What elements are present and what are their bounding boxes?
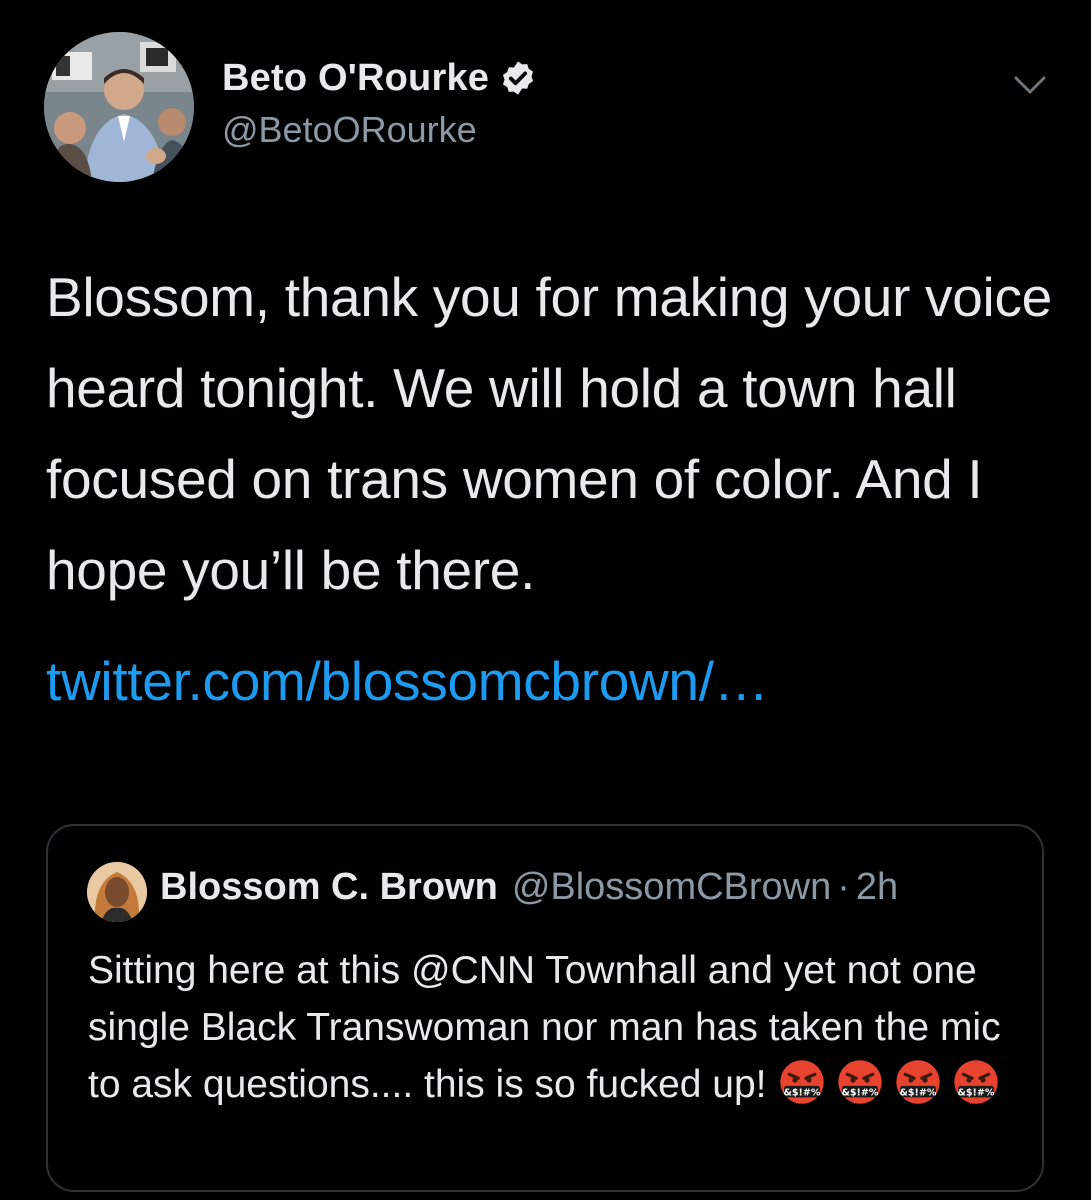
chevron-down-icon[interactable] bbox=[1010, 70, 1050, 100]
quoted-author-avatar[interactable] bbox=[87, 862, 147, 922]
cursing-face-emoji-icon: &$!#% bbox=[895, 1060, 940, 1104]
svg-text:&$!#%: &$!#% bbox=[957, 1087, 994, 1098]
quoted-display-name[interactable]: Blossom C. Brown bbox=[160, 866, 498, 909]
quoted-tweet[interactable]: Blossom C. Brown @BlossomCBrown · 2h Sit… bbox=[46, 824, 1044, 1192]
cursing-face-emoji-icon: &$!#% bbox=[779, 1060, 824, 1104]
verified-badge-icon bbox=[503, 61, 534, 95]
tweet-text: Blossom, thank you for making your voice… bbox=[46, 266, 1052, 601]
quoted-handle[interactable]: @BlossomCBrown bbox=[512, 866, 831, 909]
quoted-timestamp[interactable]: 2h bbox=[856, 866, 898, 909]
quoted-separator: · bbox=[837, 866, 850, 908]
avatar-photo-icon bbox=[44, 32, 194, 182]
tweet-link[interactable]: twitter.com/blossomcbrown/… bbox=[46, 636, 769, 727]
svg-text:&$!#%: &$!#% bbox=[899, 1087, 936, 1098]
tweet: Beto O'Rourke @BetoORourke Blossom, than… bbox=[0, 0, 1091, 1200]
svg-text:&$!#%: &$!#% bbox=[841, 1087, 878, 1098]
author-handle[interactable]: @BetoORourke bbox=[222, 109, 537, 151]
avatar-photo-icon bbox=[87, 862, 147, 922]
quoted-text-block: Sitting here at this @CNN Townhall and y… bbox=[88, 942, 1028, 1113]
quoted-header: Blossom C. Brown @BlossomCBrown · 2h bbox=[160, 866, 898, 909]
cursing-face-emoji-icon: &$!#% bbox=[953, 1060, 998, 1104]
cursing-face-emoji-icon: &$!#% bbox=[837, 1060, 882, 1104]
author-name-row: Beto O'Rourke bbox=[222, 55, 537, 101]
author-info: Beto O'Rourke @BetoORourke bbox=[222, 55, 537, 151]
author-display-name[interactable]: Beto O'Rourke bbox=[222, 57, 489, 100]
svg-text:&$!#%: &$!#% bbox=[783, 1087, 820, 1098]
author-avatar[interactable] bbox=[44, 32, 194, 182]
